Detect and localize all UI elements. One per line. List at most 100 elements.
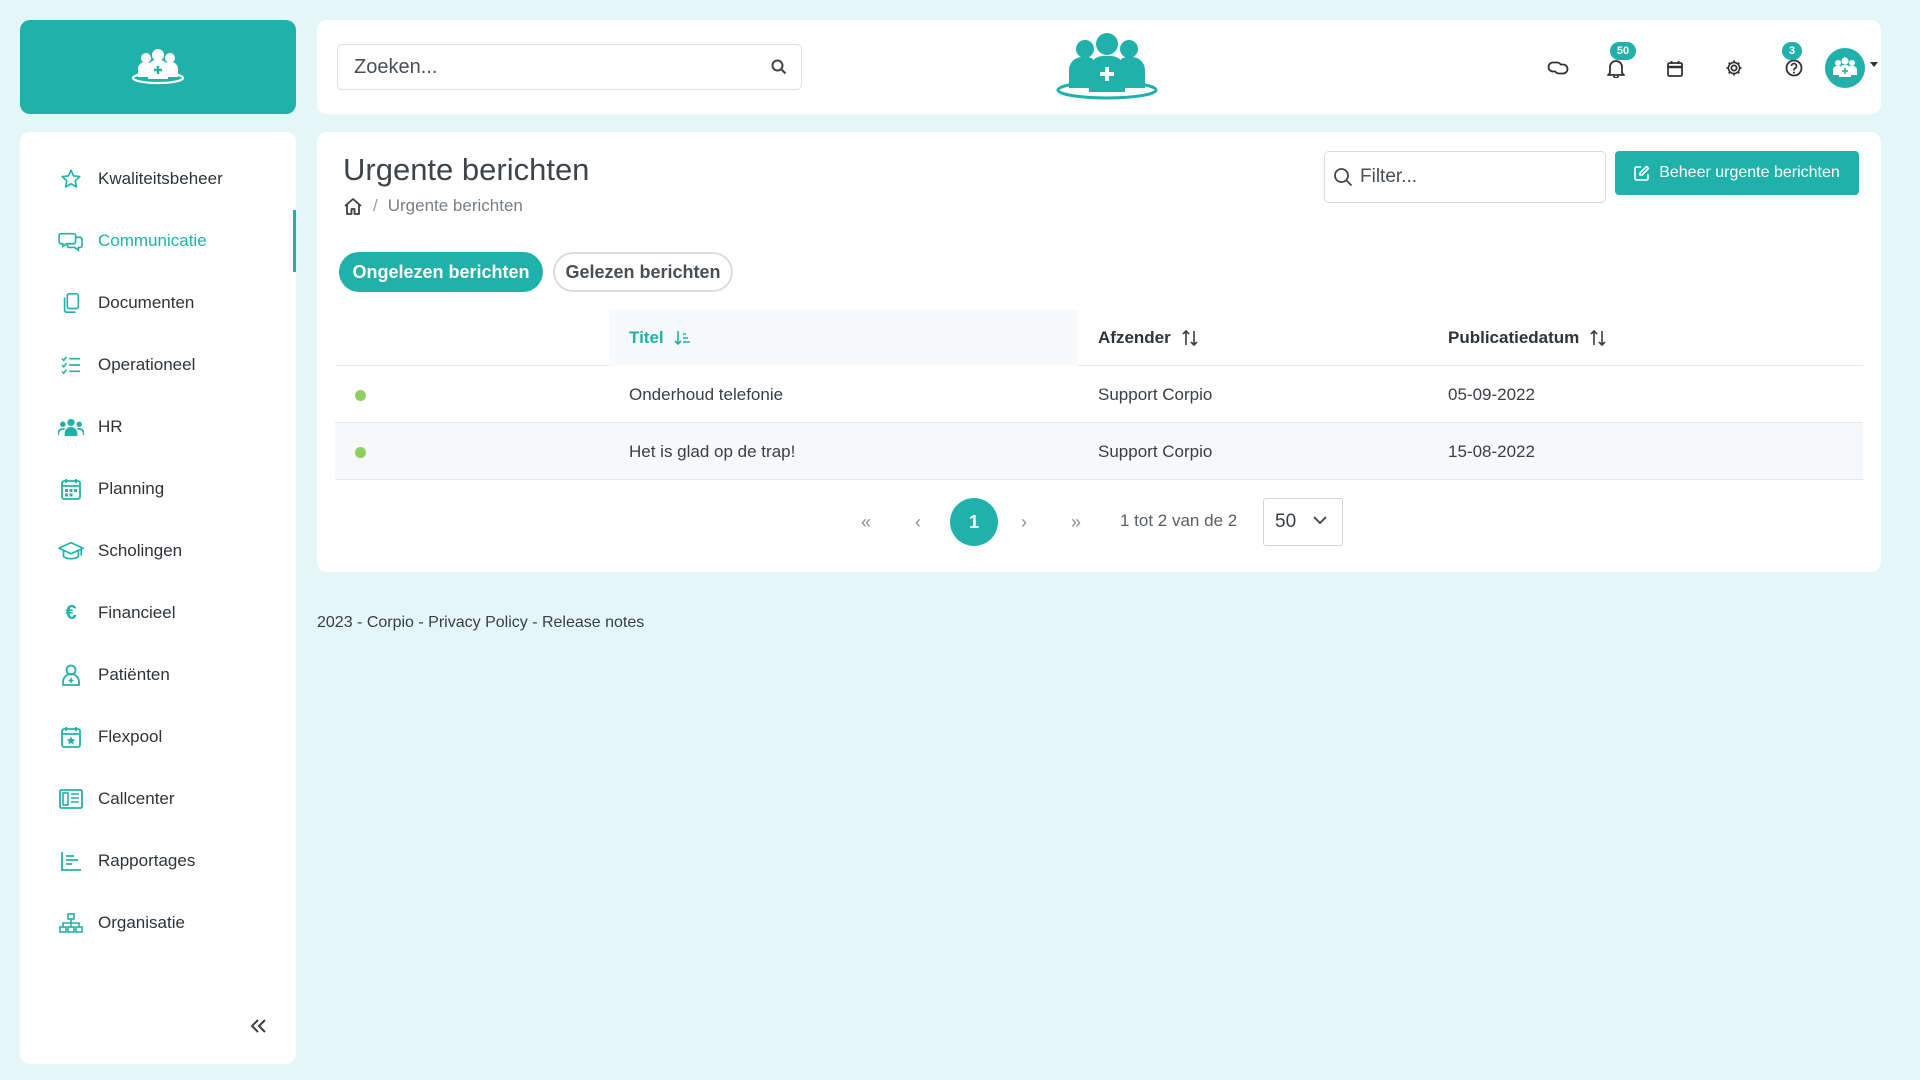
table-row[interactable]: Het is glad op de trap! Support Corpio 1…	[335, 423, 1863, 480]
footer: 2023 - Corpio - Privacy Policy - Release…	[317, 614, 644, 632]
calendar-icon[interactable]	[1663, 56, 1687, 80]
page-size-select[interactable]: 50	[1263, 498, 1343, 546]
column-header-afzender[interactable]: Afzender	[1098, 310, 1428, 366]
sidebar-item-planning[interactable]: Planning	[20, 458, 296, 520]
edit-icon	[1634, 165, 1650, 181]
page-title: Urgente berichten	[343, 152, 590, 187]
search-icon[interactable]	[757, 59, 801, 75]
column-header-titel[interactable]: Titel	[609, 310, 1078, 366]
sort-icon	[1181, 329, 1199, 347]
sidebar-item-label: Planning	[98, 479, 165, 498]
center-logo[interactable]	[1055, 32, 1159, 105]
checklist-icon	[58, 352, 84, 378]
cell-date: 05-09-2022	[1448, 384, 1535, 404]
sidebar-item-operationeel[interactable]: Operationeel	[20, 334, 296, 396]
help-button[interactable]: 3	[1782, 42, 1806, 80]
gear-icon[interactable]	[1722, 56, 1746, 80]
sort-ascending-icon	[674, 330, 692, 346]
column-header-publicatiedatum[interactable]: Publicatiedatum	[1448, 310, 1748, 366]
messages-table: Titel Afzender Publicatiedatum Onderhoud…	[335, 310, 1863, 480]
cell-date: 15-08-2022	[1448, 441, 1535, 461]
sidebar-item-hr[interactable]: HR	[20, 396, 296, 458]
team-logo-icon	[131, 49, 185, 85]
current-page-button[interactable]: 1	[950, 498, 998, 546]
sidebar-item-label: Rapportages	[98, 851, 196, 870]
release-notes-link[interactable]: Release notes	[542, 614, 644, 631]
tab-read-messages[interactable]: Gelezen berichten	[553, 252, 733, 292]
search-icon	[1325, 167, 1360, 187]
sidebar-item-scholingen[interactable]: Scholingen	[20, 520, 296, 582]
double-chevron-left-icon	[250, 1019, 266, 1033]
callcenter-icon	[58, 786, 84, 812]
sidebar-item-label: HR	[98, 417, 123, 436]
unread-indicator	[355, 447, 366, 458]
sidebar-item-flexpool[interactable]: Flexpool	[20, 706, 296, 768]
unread-indicator	[355, 390, 366, 401]
footer-separator: -	[413, 614, 429, 631]
sidebar-item-label: Communicatie	[98, 231, 207, 250]
sidebar-item-label: Scholingen	[98, 541, 183, 560]
user-avatar[interactable]	[1825, 48, 1865, 88]
patient-icon	[58, 662, 84, 688]
link-icon[interactable]	[1546, 56, 1570, 80]
team-logo-icon	[1833, 57, 1857, 77]
sort-icon	[1589, 329, 1607, 347]
main-content: Urgente berichten / Urgente berichten Be…	[317, 132, 1881, 572]
cell-title: Het is glad op de trap!	[629, 441, 796, 461]
page-size-value: 50	[1275, 511, 1297, 532]
calendar-star-icon	[58, 724, 84, 750]
sidebar-item-label: Patiënten	[98, 665, 170, 684]
sidebar-item-documenten[interactable]: Documenten	[20, 272, 296, 334]
home-icon[interactable]	[343, 197, 363, 215]
user-menu-caret-icon[interactable]	[1870, 62, 1878, 67]
filter-input[interactable]	[1360, 152, 1605, 202]
collapse-sidebar-button[interactable]	[242, 1010, 274, 1042]
graduation-cap-icon	[58, 538, 84, 564]
sidebar-item-label: Financieel	[98, 603, 176, 622]
sidebar-item-kwaliteitsbeheer[interactable]: Kwaliteitsbeheer	[20, 148, 296, 210]
cell-sender: Support Corpio	[1098, 441, 1213, 461]
table-row[interactable]: Onderhoud telefonie Support Corpio 05-09…	[335, 366, 1863, 423]
top-header: 50 3	[317, 20, 1881, 114]
first-page-button[interactable]: «	[852, 508, 880, 536]
manage-button-label: Beheer urgente berichten	[1659, 164, 1840, 181]
footer-copyright: 2023 - Corpio	[317, 614, 414, 631]
sidebar: Kwaliteitsbeheer Communicatie Documenten…	[20, 132, 296, 1064]
sidebar-item-label: Flexpool	[98, 727, 163, 746]
cell-title: Onderhoud telefonie	[629, 384, 784, 404]
bell-icon	[1607, 60, 1625, 78]
filter-box	[1324, 151, 1606, 203]
sidebar-item-rapportages[interactable]: Rapportages	[20, 830, 296, 892]
notifications-badge: 50	[1610, 42, 1636, 60]
next-page-button[interactable]: ›	[1010, 508, 1038, 536]
sidebar-item-organisatie[interactable]: Organisatie	[20, 892, 296, 954]
footer-separator: -	[527, 614, 542, 631]
sidebar-item-financieel[interactable]: € Financieel	[20, 582, 296, 644]
brand-logo-card[interactable]	[20, 20, 296, 114]
breadcrumb-separator: /	[373, 196, 378, 215]
help-badge: 3	[1782, 42, 1802, 60]
search-input[interactable]	[338, 45, 757, 89]
pagination: « ‹ 1 › » 1 tot 2 van de 2 50	[317, 498, 1881, 546]
sidebar-item-label: Organisatie	[98, 913, 185, 932]
pagination-info: 1 tot 2 van de 2	[1120, 511, 1238, 530]
privacy-policy-link[interactable]: Privacy Policy	[428, 614, 528, 631]
cell-sender: Support Corpio	[1098, 384, 1213, 404]
team-logo-icon	[1056, 33, 1158, 100]
sidebar-item-communicatie[interactable]: Communicatie	[20, 210, 296, 272]
sidebar-item-label: Documenten	[98, 293, 195, 312]
breadcrumb-current: Urgente berichten	[387, 196, 523, 215]
sidebar-item-label: Callcenter	[98, 789, 175, 808]
notifications-button[interactable]: 50	[1604, 42, 1636, 80]
last-page-button[interactable]: »	[1062, 508, 1090, 536]
sidebar-item-patienten[interactable]: Patiënten	[20, 644, 296, 706]
prev-page-button[interactable]: ‹	[904, 508, 932, 536]
manage-urgent-messages-button[interactable]: Beheer urgente berichten	[1615, 151, 1859, 195]
column-label: Titel	[629, 328, 664, 347]
sidebar-item-callcenter[interactable]: Callcenter	[20, 768, 296, 830]
org-chart-icon	[58, 910, 84, 936]
tab-unread-messages[interactable]: Ongelezen berichten	[339, 252, 543, 292]
help-icon	[1785, 59, 1803, 77]
euro-icon: €	[65, 601, 77, 624]
column-label: Publicatiedatum	[1448, 328, 1580, 347]
